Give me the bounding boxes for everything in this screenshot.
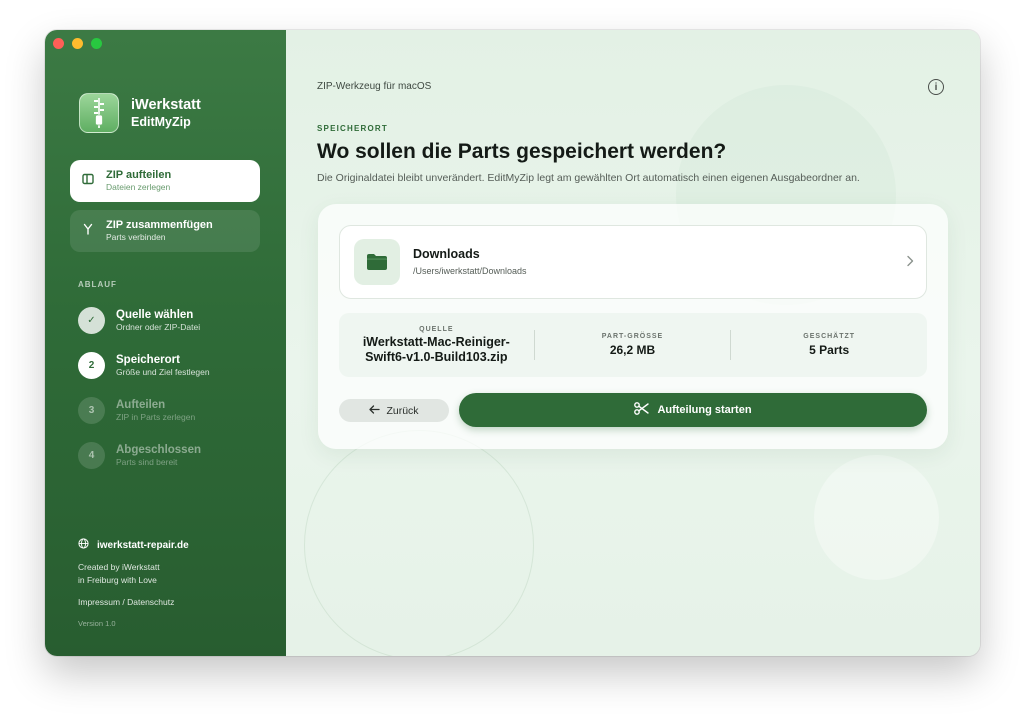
page-description: Die Originaldatei bleibt unverändert. Ed… <box>317 172 860 184</box>
step-subtitle: ZIP in Parts zerlegen <box>116 412 196 422</box>
step-subtitle: Größe und Ziel festlegen <box>116 367 210 377</box>
website-label: iwerkstatt-repair.de <box>97 539 189 551</box>
credit-line: Created by iWerkstatt <box>78 562 160 572</box>
page-title: Wo sollen die Parts gespeichert werden? <box>317 140 727 163</box>
legal-link[interactable]: Impressum / Datenschutz <box>78 597 174 607</box>
mode-subtitle: Parts verbinden <box>106 232 166 242</box>
window-controls <box>53 38 102 49</box>
check-icon: ✓ <box>78 307 105 334</box>
step-number: 3 <box>78 397 105 424</box>
website-link[interactable]: iwerkstatt-repair.de <box>78 538 189 552</box>
source-filename: iWerkstatt-Mac-Reiniger- Swift6-v1.0-Bui… <box>363 335 510 365</box>
mode-subtitle: Dateien zerlegen <box>106 182 171 192</box>
zoom-window-button[interactable] <box>91 38 102 49</box>
mode-merge-zip[interactable]: ZIP zusammenfügen Parts verbinden <box>70 210 260 252</box>
section-eyebrow: SPEICHERORT <box>317 124 388 133</box>
destination-card: Downloads /Users/iwerkstatt/Downloads QU… <box>318 204 948 449</box>
zipper-app-icon <box>79 93 119 133</box>
product-name: EditMyZip <box>131 114 191 129</box>
estimate-value: 5 Parts <box>809 342 850 357</box>
mode-split-zip[interactable]: ZIP aufteilen Dateien zerlegen <box>70 160 260 202</box>
step-title: Abgeschlossen <box>116 444 201 456</box>
globe-icon <box>78 538 89 552</box>
step-number: 2 <box>78 352 105 379</box>
brand: iWerkstatt EditMyZip <box>79 93 201 133</box>
app-name: iWerkstatt <box>131 96 201 113</box>
start-split-button[interactable]: Aufteilung starten <box>459 393 927 427</box>
close-window-button[interactable] <box>53 38 64 49</box>
step-destination: 2 Speicherort Größe und Ziel festlegen <box>78 352 210 379</box>
back-button[interactable]: Zurück <box>339 399 449 422</box>
step-title: Aufteilen <box>116 399 166 411</box>
sidebar: iWerkstatt EditMyZip ZIP aufteilen Datei… <box>45 30 286 656</box>
summary-estimate: GESCHÄTZT 5 Parts <box>731 333 927 358</box>
destination-picker[interactable]: Downloads /Users/iwerkstatt/Downloads <box>339 225 927 299</box>
destination-name: Downloads <box>413 247 480 261</box>
folder-icon <box>354 239 400 285</box>
part-size-value: 26,2 MB <box>609 342 656 357</box>
arrow-left-icon <box>369 404 381 417</box>
app-window: iWerkstatt EditMyZip ZIP aufteilen Datei… <box>45 30 980 656</box>
filename-line: Swift6-v1.0-Build103.zip <box>365 349 508 364</box>
summary-bar: QUELLE iWerkstatt-Mac-Reiniger- Swift6-v… <box>339 313 927 377</box>
destination-path: /Users/iwerkstatt/Downloads <box>413 266 527 276</box>
step-number: 4 <box>78 442 105 469</box>
page-subtitle: ZIP-Werkzeug für macOS <box>317 81 432 92</box>
workflow-label: ABLAUF <box>78 280 117 289</box>
step-title: Quelle wählen <box>116 309 194 321</box>
step-split: 3 Aufteilen ZIP in Parts zerlegen <box>78 397 195 424</box>
mode-title: ZIP zusammenfügen <box>106 219 213 231</box>
split-panel-icon <box>82 172 94 190</box>
mode-title: ZIP aufteilen <box>106 169 172 181</box>
back-label: Zurück <box>386 404 419 417</box>
step-source: ✓ Quelle wählen Ordner oder ZIP-Datei <box>78 307 200 334</box>
summary-label: PART-GRÖSSE <box>601 332 664 340</box>
step-subtitle: Ordner oder ZIP-Datei <box>116 322 201 332</box>
credit-text: Created by iWerkstatt in Freiburg with L… <box>78 561 160 586</box>
summary-label: QUELLE <box>419 325 454 333</box>
chevron-right-icon <box>906 254 914 272</box>
summary-label: GESCHÄTZT <box>803 332 856 340</box>
main-content: ZIP-Werkzeug für macOS i SPEICHERORT Wo … <box>286 30 980 656</box>
filename-line: iWerkstatt-Mac-Reiniger- <box>362 334 510 349</box>
start-label: Aufteilung starten <box>657 404 752 416</box>
step-subtitle: Parts sind bereit <box>116 457 178 467</box>
minimize-window-button[interactable] <box>72 38 83 49</box>
version-label: Version 1.0 <box>78 619 116 628</box>
scissors-icon <box>634 402 650 418</box>
credit-line: in Freiburg with Love <box>78 574 157 585</box>
merge-icon <box>82 222 94 240</box>
info-icon[interactable]: i <box>928 79 944 95</box>
step-complete: 4 Abgeschlossen Parts sind bereit <box>78 442 201 469</box>
decorative-circle <box>814 455 939 580</box>
summary-source: QUELLE iWerkstatt-Mac-Reiniger- Swift6-v… <box>339 326 534 365</box>
summary-part-size: PART-GRÖSSE 26,2 MB <box>535 333 731 358</box>
step-title: Speicherort <box>116 354 180 366</box>
decorative-circle <box>304 430 534 656</box>
